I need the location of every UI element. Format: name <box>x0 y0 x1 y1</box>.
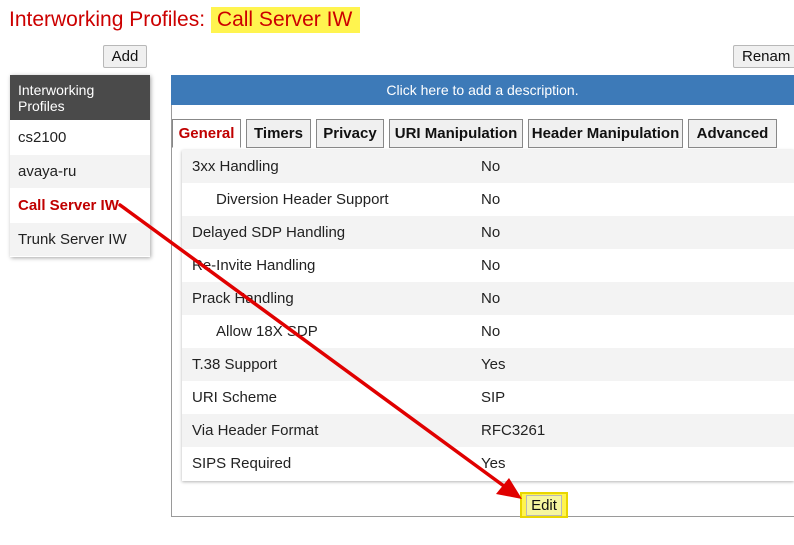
rename-button[interactable]: Renam <box>733 45 794 68</box>
sidebar-item-call-server-iw[interactable]: Call Server IW <box>10 188 150 222</box>
description-bar[interactable]: Click here to add a description. <box>171 75 794 105</box>
setting-label: URI Scheme <box>192 389 278 406</box>
setting-value: Yes <box>481 455 506 472</box>
table-row: Via Header Format RFC3261 <box>182 414 794 447</box>
tab-timers[interactable]: Timers <box>246 119 311 148</box>
sidebar-item-trunk-server-iw[interactable]: Trunk Server IW <box>10 222 150 256</box>
page-title-prefix: Interworking Profiles: <box>9 8 206 31</box>
setting-label: Re-Invite Handling <box>192 257 316 274</box>
setting-value: Yes <box>481 356 506 373</box>
general-settings-table: 3xx Handling No Diversion Header Support… <box>182 150 794 481</box>
sidebar-item-avaya-ru[interactable]: avaya-ru <box>10 154 150 188</box>
setting-value: SIP <box>481 389 506 406</box>
tab-header-manipulation[interactable]: Header Manipulation <box>528 119 683 148</box>
setting-value: No <box>481 191 501 208</box>
sidebar-item-cs2100[interactable]: cs2100 <box>10 120 150 154</box>
add-button[interactable]: Add <box>103 45 147 68</box>
page-title-profile-name: Call Server IW <box>210 7 361 33</box>
profiles-sidebar: Interworking Profiles cs2100 avaya-ru Ca… <box>10 75 150 257</box>
table-row: SIPS Required Yes <box>182 447 794 480</box>
table-row: T.38 Support Yes <box>182 348 794 381</box>
edit-button-highlight[interactable]: Edit <box>520 492 568 518</box>
page-title: Interworking Profiles: Call Server IW <box>9 7 361 33</box>
setting-label: Delayed SDP Handling <box>192 224 346 241</box>
tab-privacy[interactable]: Privacy <box>316 119 384 148</box>
setting-label: SIPS Required <box>192 455 292 472</box>
tab-uri-manipulation[interactable]: URI Manipulation <box>389 119 523 148</box>
table-row: Delayed SDP Handling No <box>182 216 794 249</box>
tab-advanced[interactable]: Advanced <box>688 119 777 148</box>
setting-label: Diversion Header Support <box>216 191 389 208</box>
setting-value: No <box>481 224 501 241</box>
table-row: Diversion Header Support No <box>182 183 794 216</box>
setting-value: No <box>481 323 501 340</box>
table-row: URI Scheme SIP <box>182 381 794 414</box>
table-row: 3xx Handling No <box>182 150 794 183</box>
edit-button[interactable]: Edit <box>526 494 562 516</box>
setting-label: T.38 Support <box>192 356 278 373</box>
setting-label: Via Header Format <box>192 422 319 439</box>
sidebar-header: Interworking Profiles <box>10 75 150 120</box>
setting-label: Prack Handling <box>192 290 294 307</box>
setting-value: No <box>481 158 501 175</box>
tab-general[interactable]: General <box>172 119 241 148</box>
table-row: Re-Invite Handling No <box>182 249 794 282</box>
setting-value: No <box>481 257 501 274</box>
table-row: Prack Handling No <box>182 282 794 315</box>
table-row: Allow 18X SDP No <box>182 315 794 348</box>
setting-label: 3xx Handling <box>192 158 279 175</box>
setting-label: Allow 18X SDP <box>216 323 318 340</box>
setting-value: No <box>481 290 501 307</box>
setting-value: RFC3261 <box>481 422 546 439</box>
